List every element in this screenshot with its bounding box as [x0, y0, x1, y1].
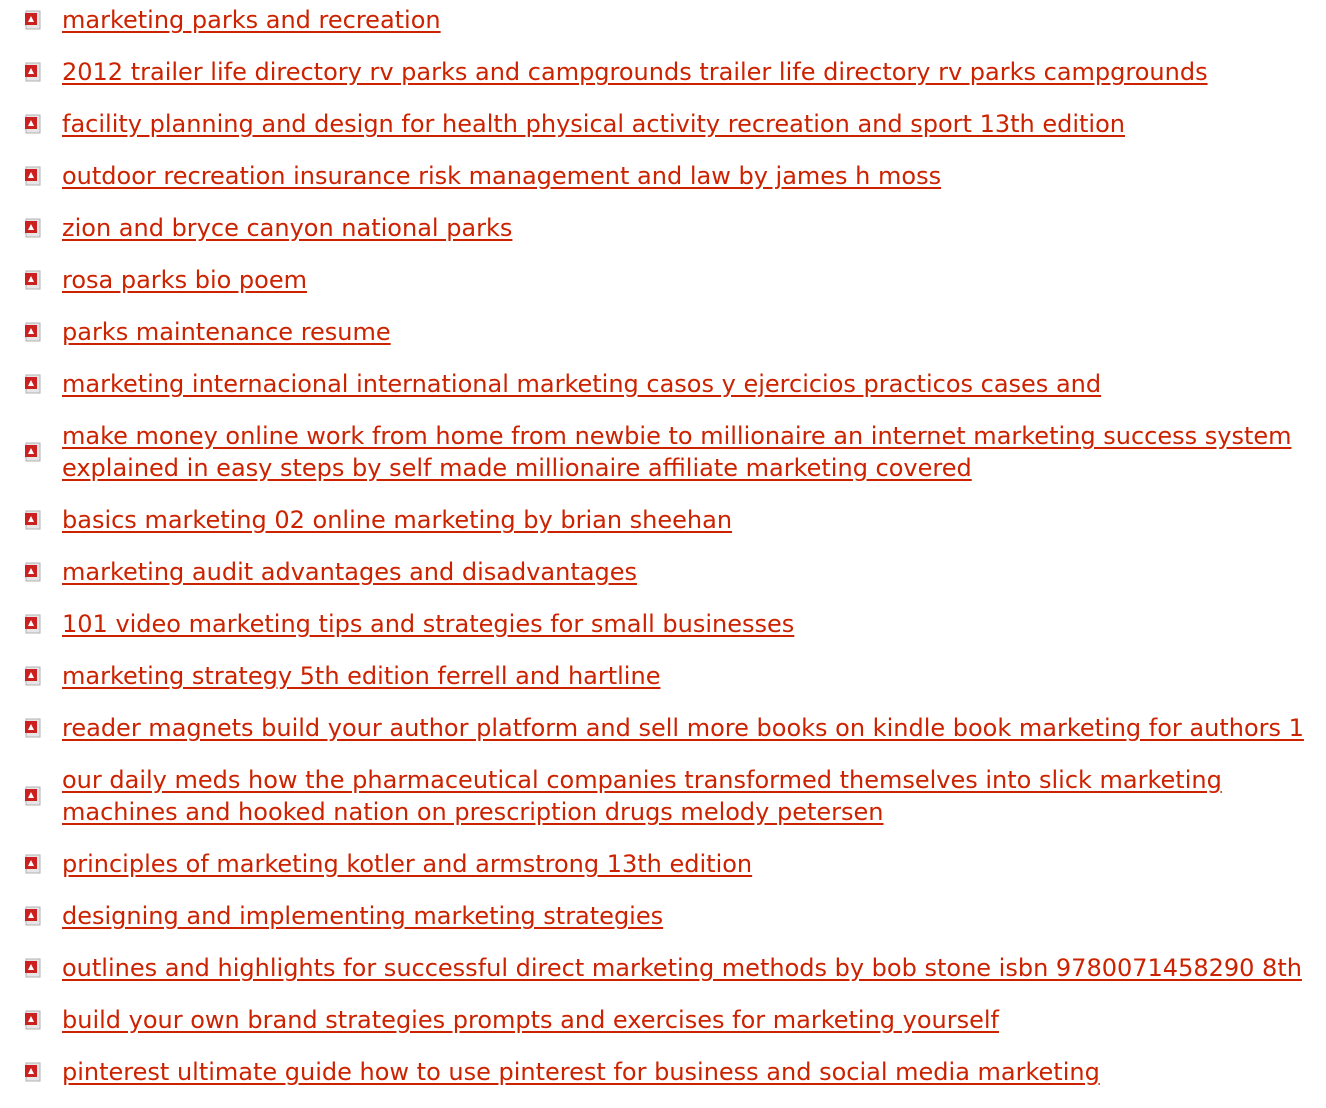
pdf-link[interactable]: make money online work from home from ne… [62, 420, 1322, 484]
pdf-link[interactable]: basics marketing 02 online marketing by … [62, 504, 732, 536]
pdf-link[interactable]: reader magnets build your author platfor… [62, 712, 1304, 744]
list-item: marketing strategy 5th edition ferrell a… [0, 660, 1326, 692]
pdf-link[interactable]: our daily meds how the pharmaceutical co… [62, 764, 1322, 828]
pdf-link[interactable]: rosa parks bio poem [62, 264, 307, 296]
list-item: our daily meds how the pharmaceutical co… [0, 764, 1326, 828]
list-item: outlines and highlights for successful d… [0, 952, 1326, 984]
pdf-icon [24, 666, 44, 686]
list-item: basics marketing 02 online marketing by … [0, 504, 1326, 536]
pdf-icon [24, 906, 44, 926]
list-item: rosa parks bio poem [0, 264, 1326, 296]
pdf-link[interactable]: outdoor recreation insurance risk manage… [62, 160, 941, 192]
list-item: principles of marketing kotler and armst… [0, 848, 1326, 880]
list-item: pinterest ultimate guide how to use pint… [0, 1056, 1326, 1088]
pdf-icon [24, 114, 44, 134]
pdf-icon [24, 1010, 44, 1030]
pdf-link[interactable]: 101 video marketing tips and strategies … [62, 608, 794, 640]
pdf-link[interactable]: designing and implementing marketing str… [62, 900, 663, 932]
pdf-link[interactable]: 2012 trailer life directory rv parks and… [62, 56, 1208, 88]
pdf-link[interactable]: parks maintenance resume [62, 316, 391, 348]
list-item: make money online work from home from ne… [0, 420, 1326, 484]
pdf-link-list: marketing parks and recreation 2012 trai… [0, 4, 1326, 1108]
pdf-link[interactable]: build your own brand strategies prompts … [62, 1004, 999, 1036]
pdf-icon [24, 786, 44, 806]
pdf-icon [24, 442, 44, 462]
pdf-link[interactable]: zion and bryce canyon national parks [62, 212, 512, 244]
pdf-icon [24, 62, 44, 82]
pdf-link[interactable]: outlines and highlights for successful d… [62, 952, 1302, 984]
pdf-icon [24, 614, 44, 634]
pdf-link[interactable]: marketing internacional international ma… [62, 368, 1101, 400]
pdf-icon [24, 218, 44, 238]
pdf-icon [24, 322, 44, 342]
pdf-icon [24, 1062, 44, 1082]
list-item: marketing parks and recreation [0, 4, 1326, 36]
list-item: marketing audit advantages and disadvant… [0, 556, 1326, 588]
list-item: zion and bryce canyon national parks [0, 212, 1326, 244]
pdf-icon [24, 166, 44, 186]
pdf-icon [24, 854, 44, 874]
pdf-icon [24, 958, 44, 978]
list-item: marketing internacional international ma… [0, 368, 1326, 400]
list-item: reader magnets build your author platfor… [0, 712, 1326, 744]
pdf-link[interactable]: marketing parks and recreation [62, 4, 441, 36]
list-item: parks maintenance resume [0, 316, 1326, 348]
pdf-link[interactable]: facility planning and design for health … [62, 108, 1125, 140]
pdf-icon [24, 10, 44, 30]
pdf-icon [24, 374, 44, 394]
pdf-link[interactable]: pinterest ultimate guide how to use pint… [62, 1056, 1100, 1088]
pdf-icon [24, 718, 44, 738]
pdf-icon [24, 562, 44, 582]
pdf-icon [24, 270, 44, 290]
list-item: designing and implementing marketing str… [0, 900, 1326, 932]
pdf-link[interactable]: marketing strategy 5th edition ferrell a… [62, 660, 660, 692]
list-item: build your own brand strategies prompts … [0, 1004, 1326, 1036]
list-item: 2012 trailer life directory rv parks and… [0, 56, 1326, 88]
pdf-link[interactable]: marketing audit advantages and disadvant… [62, 556, 637, 588]
list-item: 101 video marketing tips and strategies … [0, 608, 1326, 640]
pdf-icon [24, 510, 44, 530]
pdf-link[interactable]: principles of marketing kotler and armst… [62, 848, 752, 880]
list-item: outdoor recreation insurance risk manage… [0, 160, 1326, 192]
list-item: facility planning and design for health … [0, 108, 1326, 140]
